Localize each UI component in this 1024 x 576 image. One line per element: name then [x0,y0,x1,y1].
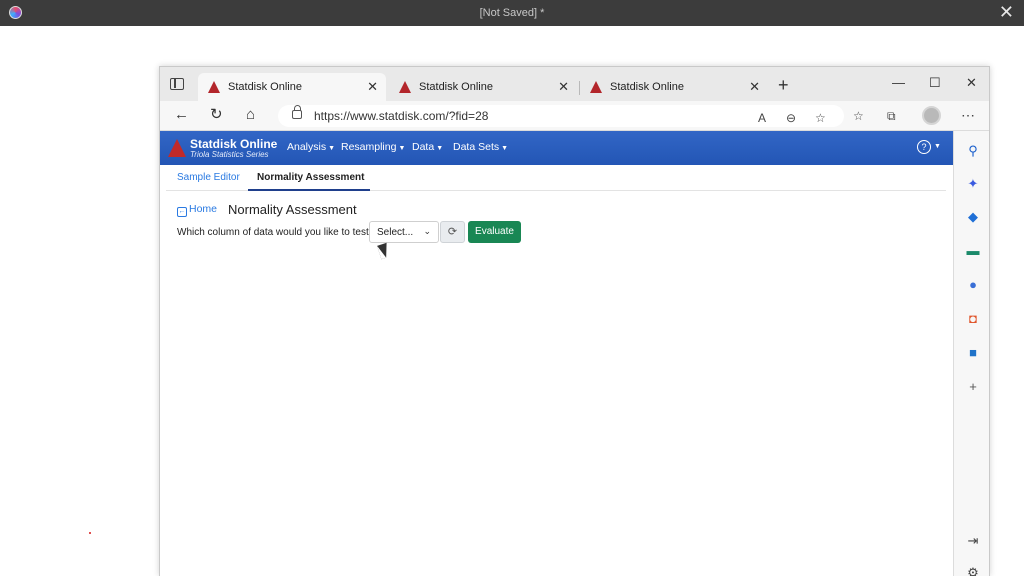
tab-actions-icon[interactable] [170,78,184,90]
home-link-label: Home [189,203,218,215]
caret-down-icon: ▼ [436,145,444,152]
app-close-button[interactable]: ✕ [999,3,1014,21]
page-title: Normality Assessment [228,202,357,217]
url-field[interactable]: https://www.statdisk.com/?fid=28 A ⊖ ☆ [278,105,844,127]
stray-dot [89,532,91,534]
copilot-sparkle-icon[interactable]: ✦ [965,176,981,192]
menu-resampling[interactable]: Resampling ▼ [341,141,405,153]
subtab-bar: Sample Editor Normality Assessment [166,165,946,191]
tools-briefcase-icon[interactable]: ▬ [965,243,981,259]
menu-analysis[interactable]: Analysis ▼ [287,141,335,153]
statdisk-favicon-icon [399,81,411,93]
tab-normality-assessment[interactable]: Normality Assessment [257,172,364,183]
menu-label: Data Sets [453,141,500,153]
statdisk-logo-icon [168,139,186,157]
tab-label: Statdisk Online [419,81,493,93]
new-tab-button[interactable]: + [778,76,789,94]
menu-data[interactable]: Data ▼ [412,141,443,153]
add-sidebar-app-icon[interactable]: + [965,379,981,395]
menu-label: Analysis [287,141,327,153]
outlook-icon[interactable]: ■ [965,345,981,361]
chevron-down-icon: ⌄ [423,226,431,236]
url-text: https://www.statdisk.com/?fid=28 [314,109,489,123]
read-aloud-icon[interactable]: A [758,111,766,125]
back-arrow-icon: ← [177,207,187,217]
column-question-label: Which column of data would you like to t… [177,227,375,238]
brand-name[interactable]: Statdisk Online [190,137,277,151]
caret-down-icon: ▼ [398,145,406,152]
home-icon[interactable]: ⌂ [246,106,255,124]
collections-icon[interactable]: ⧉ [887,109,896,124]
profile-avatar[interactable] [922,106,941,125]
tab-sample-editor[interactable]: Sample Editor [177,172,240,183]
select-value: Select... [377,227,414,238]
office-icon[interactable]: ◘ [965,311,981,327]
statdisk-favicon-icon [208,81,220,93]
hide-sidebar-icon[interactable]: ⇥ [965,533,981,549]
browser-window: Statdisk Online ✕ Statdisk Online ✕ Stat… [159,66,990,576]
address-bar: ← ↻ ⌂ https://www.statdisk.com/?fid=28 A… [160,101,989,131]
back-arrow-icon[interactable]: ← [174,106,189,124]
more-menu-icon[interactable]: ⋯ [961,107,975,124]
zoom-icon[interactable]: ⊖ [786,111,796,125]
minimize-button[interactable]: — [892,75,905,90]
browser-tab-2[interactable]: Statdisk Online ✕ [389,73,577,101]
menu-data-sets[interactable]: Data Sets ▼ [453,141,508,153]
site-navbar: Statdisk Online Triola Statistics Series… [160,131,953,165]
mouse-cursor-icon [377,242,391,260]
maximize-button[interactable]: ☐ [929,75,941,91]
tab-close-icon[interactable]: ✕ [367,79,378,95]
brand-subtitle: Triola Statistics Series [190,150,269,159]
help-icon[interactable]: ? [917,140,931,154]
tab-close-icon[interactable]: ✕ [749,79,760,95]
window-close-button[interactable]: ✕ [966,75,977,91]
home-link[interactable]: ← Home [177,203,217,217]
browser-tab-1[interactable]: Statdisk Online ✕ [198,73,386,101]
browser-tab-3[interactable]: Statdisk Online ✕ [580,73,768,101]
document-title: [Not Saved] * [479,7,545,19]
menu-label: Data [412,141,435,153]
search-icon[interactable]: ⚲ [965,143,981,159]
add-favorite-icon[interactable]: ☆ [815,111,826,125]
caret-down-icon: ▼ [328,145,336,152]
refresh-columns-button[interactable]: ⟳ [440,221,465,243]
column-select[interactable]: Select... ⌄ [369,221,439,243]
active-tab-indicator [248,189,370,191]
sidebar-settings-gear-icon[interactable]: ⚙ [965,565,981,576]
caret-down-icon[interactable]: ▼ [934,143,941,150]
browser-sidebar: ⚲ ✦ ◆ ▬ ● ◘ ■ + ⇥ ⚙ [953,131,989,576]
lock-icon [292,105,302,119]
shopping-tag-icon[interactable]: ◆ [965,209,981,225]
games-icon[interactable]: ● [965,277,981,293]
tab-close-icon[interactable]: ✕ [558,79,569,95]
evaluate-button[interactable]: Evaluate [468,221,521,243]
caret-down-icon: ▼ [501,145,509,152]
statdisk-favicon-icon [590,81,602,93]
app-titlebar: [Not Saved] * ✕ [0,0,1024,26]
tab-label: Statdisk Online [610,81,684,93]
web-page: Statdisk Online Triola Statistics Series… [160,131,953,576]
refresh-icon[interactable]: ↻ [210,106,223,124]
tab-strip: Statdisk Online ✕ Statdisk Online ✕ Stat… [160,67,989,101]
menu-label: Resampling [341,141,397,153]
tab-label: Statdisk Online [228,81,302,93]
favorites-icon[interactable]: ☆ [853,109,864,123]
